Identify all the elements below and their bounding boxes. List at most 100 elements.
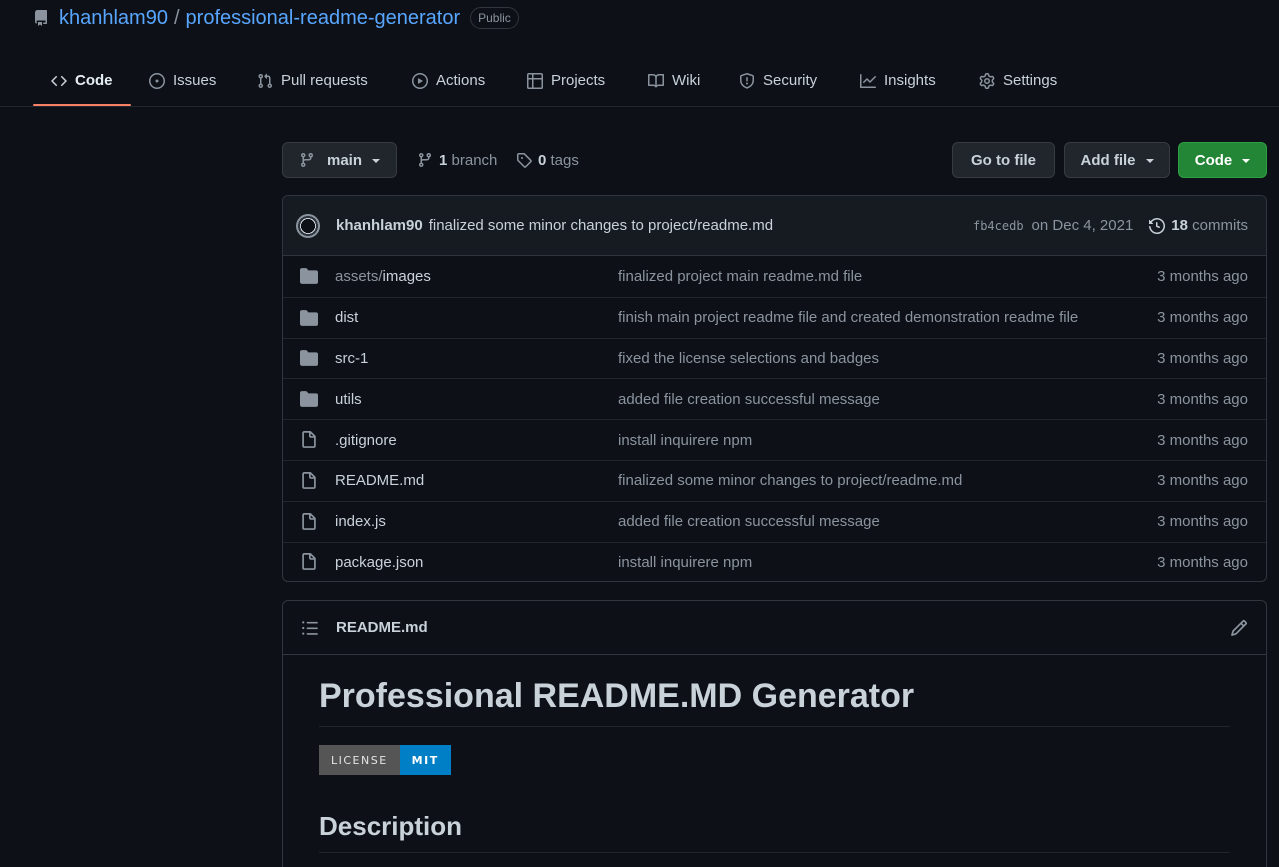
file-row[interactable]: assets/images finalized project main read… (283, 256, 1266, 297)
tab-code-label: Code (75, 72, 113, 89)
branch-select-label: main (326, 151, 362, 169)
file-name-link[interactable]: package.json (335, 554, 423, 571)
repo-name-link[interactable]: professional-readme-generator (186, 7, 461, 30)
book-icon (648, 73, 664, 87)
file-commit-age: 3 months ago (1157, 472, 1248, 490)
play-icon (412, 72, 428, 89)
branches-link[interactable]: 1 branch (417, 148, 497, 172)
file-commit-message[interactable]: finalized project main readme.md file (618, 268, 862, 285)
tab-actions[interactable]: Actions (412, 54, 485, 107)
file-commit-age: 3 months ago (1157, 553, 1248, 571)
chevron-down-icon (1242, 159, 1251, 163)
add-file-button[interactable]: Add file (1064, 142, 1170, 178)
file-commit-message[interactable]: fixed the license selections and badges (618, 350, 879, 367)
tag-icon (517, 153, 532, 168)
commit-date: on Dec 4, 2021 (1031, 217, 1134, 234)
file-name-link[interactable]: assets/images (335, 268, 431, 285)
file-row[interactable]: utils added file creation successful mess… (283, 378, 1266, 419)
file-commit-message[interactable]: added file creation successful message (618, 391, 880, 408)
readme-panel: README.md Professional README.MD Generat… (282, 600, 1267, 867)
file-commit-message[interactable]: finalized some minor changes to project/… (618, 472, 962, 489)
branch-icon (300, 153, 313, 168)
tab-pull-requests[interactable]: Pull requests (257, 54, 368, 107)
pencil-icon[interactable] (1230, 619, 1248, 637)
commits-history-link[interactable]: 18 commits (1149, 217, 1248, 234)
tab-settings[interactable]: Settings (979, 54, 1057, 107)
readme-description-heading: Description (319, 811, 1230, 853)
readme-header: README.md (283, 601, 1266, 655)
file-row[interactable]: README.md finalized some minor changes to… (283, 459, 1266, 501)
chevron-down-icon (1145, 159, 1154, 163)
file-commit-message[interactable]: added file creation successful message (618, 513, 880, 530)
commit-sha[interactable]: fb4cedb (973, 219, 1024, 233)
pull-request-icon (258, 73, 273, 88)
issue-icon (149, 72, 165, 89)
commit-word: commits (1192, 217, 1248, 234)
file-name: index.js (335, 513, 386, 531)
file-commit-age: 3 months ago (1157, 431, 1248, 449)
file-commit-age: 3 months ago (1157, 309, 1248, 327)
latest-commit-bar: khanhlam90 finalized some minor changes … (283, 196, 1266, 256)
file-icon (300, 471, 318, 490)
file-name: README.md (335, 472, 425, 490)
tab-wiki[interactable]: Wiki (648, 54, 700, 107)
commit-meta: fb4cedb on Dec 4, 2021 18 commits (973, 217, 1248, 234)
tab-security[interactable]: Security (739, 54, 817, 107)
file-commit-message[interactable]: install inquirere npm (618, 432, 752, 449)
commit-message[interactable]: finalized some minor changes to project/… (429, 217, 773, 234)
file-commit-message[interactable]: finish main project readme file and crea… (618, 309, 1078, 326)
file-commit-message[interactable]: install inquirere npm (618, 554, 752, 571)
list-icon[interactable] (301, 619, 319, 637)
file-name: utils (335, 390, 362, 408)
file-name: images (382, 267, 431, 285)
tab-insights[interactable]: Insights (860, 54, 936, 107)
file-commit-age: 3 months ago (1157, 349, 1248, 367)
file-name-link[interactable]: dist (335, 309, 358, 326)
file-row[interactable]: src-1 fixed the license selections and ba… (283, 337, 1266, 379)
file-name-link[interactable]: src-1 (335, 350, 368, 367)
file-browser: khanhlam90 finalized some minor changes … (282, 195, 1267, 582)
tab-projects-label: Projects (551, 72, 606, 89)
tab-security-label: Security (763, 72, 818, 89)
file-row[interactable]: index.js added file creation successful m… (283, 500, 1266, 542)
avatar[interactable] (296, 213, 320, 238)
readme-header-title[interactable]: README.md (336, 619, 428, 636)
history-icon (1149, 217, 1166, 234)
file-row[interactable]: package.json install inquirere npm 3 month… (283, 541, 1266, 581)
tab-issues[interactable]: Issues (149, 54, 216, 107)
tab-code[interactable]: Code (51, 54, 113, 107)
tab-pull-requests-label: Pull requests (281, 72, 368, 89)
repo-owner-link[interactable]: khanhlam90 (59, 7, 168, 30)
tag-count: 0 (538, 151, 547, 169)
branch-select-button[interactable]: main (282, 142, 397, 178)
file-name-link[interactable]: index.js (335, 513, 386, 530)
file-row[interactable]: dist finish main project readme file and … (283, 296, 1266, 338)
tab-projects[interactable]: Projects (527, 54, 605, 107)
tab-wiki-label: Wiki (672, 72, 701, 89)
commit-author[interactable]: khanhlam90 (336, 217, 423, 234)
branch-count: 1 (439, 151, 448, 169)
license-badge[interactable]: LICENSE MIT (319, 745, 451, 775)
file-icon (300, 431, 318, 449)
graph-icon (860, 73, 876, 88)
tag-word: tags (550, 151, 579, 169)
branch-icon (418, 153, 431, 168)
tags-link[interactable]: 0 tags (516, 148, 579, 172)
tab-actions-label: Actions (436, 72, 486, 89)
file-name-link[interactable]: README.md (335, 472, 424, 489)
file-name: src-1 (335, 349, 369, 367)
gear-icon (979, 72, 995, 89)
go-to-file-label: Go to file (971, 151, 1036, 169)
folder-icon (300, 309, 318, 327)
file-row[interactable]: .gitignore install inquirere npm 3 months … (283, 419, 1266, 460)
code-dropdown-button[interactable]: Code (1178, 142, 1267, 178)
file-icon (300, 512, 318, 531)
readme-content: Professional README.MD Generator LICENSE… (283, 655, 1266, 853)
file-name-link[interactable]: .gitignore (335, 432, 397, 449)
file-name-link[interactable]: utils (335, 391, 362, 408)
chevron-down-icon (372, 159, 380, 163)
folder-icon (300, 349, 318, 367)
tab-settings-label: Settings (1003, 72, 1058, 89)
folder-icon (300, 390, 318, 408)
go-to-file-button[interactable]: Go to file (952, 142, 1055, 178)
